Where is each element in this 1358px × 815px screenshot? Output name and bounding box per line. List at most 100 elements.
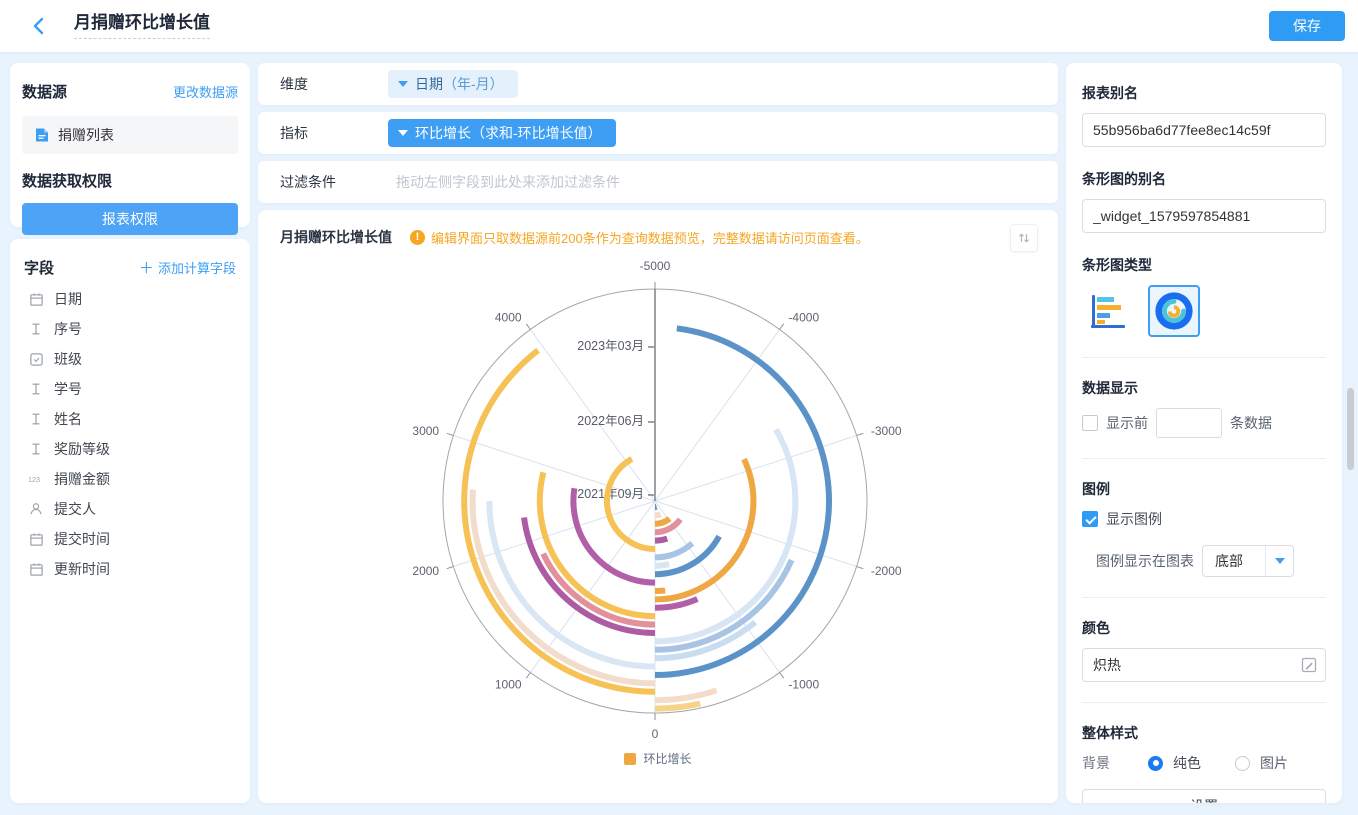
legend-position-label: 图例显示在图表 [1096, 551, 1194, 571]
color-theme-input[interactable] [1082, 648, 1326, 682]
add-calc-field-link[interactable]: ＋ 添加计算字段 [139, 257, 236, 278]
show-legend-label: 显示图例 [1106, 509, 1162, 529]
perm-title: 数据获取权限 [22, 170, 238, 191]
filter-row[interactable]: 过滤条件 拖动左侧字段到此处来添加过滤条件 [258, 161, 1058, 203]
data-display-title: 数据显示 [1082, 378, 1326, 398]
chart-panel: 月捐赠环比增长值 ! 编辑界面只取数据源前200条作为查询数据预览，完整数据请访… [258, 210, 1058, 803]
chart-title: 月捐赠环比增长值 [280, 227, 392, 247]
settings-panel: 报表别名 条形图的别名 条形图类型 [1066, 63, 1342, 803]
field-item[interactable]: 序号 [22, 314, 238, 344]
report-alias-input[interactable] [1082, 113, 1326, 147]
text-icon [28, 381, 44, 397]
datasource-name: 捐赠列表 [58, 125, 114, 145]
field-label: 姓名 [54, 409, 82, 429]
svg-text:123: 123 [28, 475, 40, 484]
calendar-icon [28, 291, 44, 307]
chart-type-label: 条形图类型 [1082, 255, 1326, 275]
warning-icon: ! [410, 230, 425, 245]
legend-position-select[interactable]: 底部 [1202, 545, 1294, 577]
calendar-icon [28, 531, 44, 547]
field-label: 班级 [54, 349, 82, 369]
radial-bar-chart: -5000-4000-3000-2000-1000010002000300040… [258, 252, 1058, 750]
fields-panel: 字段 ＋ 添加计算字段 日期序号班级学号姓名奖励等级123捐赠金额提交人提交时间… [10, 239, 250, 803]
plus-icon: ＋ [139, 260, 158, 277]
show-first-checkbox[interactable] [1082, 415, 1098, 431]
row-count-input[interactable] [1156, 408, 1222, 438]
field-label: 更新时间 [54, 559, 110, 579]
svg-text:2000: 2000 [412, 564, 439, 578]
chart-legend: 环比增长 [258, 750, 1058, 767]
field-item[interactable]: 姓名 [22, 404, 238, 434]
svg-text:-3000: -3000 [871, 424, 902, 438]
dimension-pill[interactable]: 日期（年-月） [388, 70, 518, 98]
field-label: 序号 [54, 319, 82, 339]
text-icon [28, 411, 44, 427]
datasource-panel: 数据源 更改数据源 捐赠列表 数据获取权限 报表权限 [10, 63, 250, 227]
svg-text:0: 0 [652, 727, 659, 741]
edit-icon[interactable] [1301, 657, 1317, 676]
sort-icon [1017, 231, 1031, 245]
chevron-down-icon [398, 81, 408, 87]
field-item[interactable]: 提交人 [22, 494, 238, 524]
sort-button[interactable] [1010, 224, 1038, 252]
show-legend-checkbox[interactable] [1082, 511, 1098, 527]
legend-section-title: 图例 [1082, 479, 1326, 499]
field-item[interactable]: 更新时间 [22, 554, 238, 584]
field-item[interactable]: 学号 [22, 374, 238, 404]
text-icon [28, 321, 44, 337]
svg-text:-4000: -4000 [788, 310, 819, 324]
preview-warning: ! 编辑界面只取数据源前200条作为查询数据预览，完整数据请访问页面查看。 [410, 228, 869, 247]
field-label: 捐赠金额 [54, 469, 110, 489]
widget-alias-label: 条形图的别名 [1082, 169, 1326, 189]
user-icon [28, 501, 44, 517]
field-label: 学号 [54, 379, 82, 399]
field-item[interactable]: 提交时间 [22, 524, 238, 554]
chart-type-bar[interactable] [1082, 285, 1134, 337]
chevron-down-icon [398, 130, 408, 136]
number-icon: 123 [28, 471, 44, 487]
color-section-title: 颜色 [1082, 618, 1326, 638]
datasource-item[interactable]: 捐赠列表 [22, 116, 238, 154]
field-item[interactable]: 日期 [22, 284, 238, 314]
top-bar: 月捐赠环比增长值 保存 [0, 0, 1358, 52]
field-label: 提交时间 [54, 529, 110, 549]
datasource-title: 数据源 [22, 81, 67, 102]
back-icon[interactable] [26, 13, 52, 39]
overall-style-title: 整体样式 [1082, 723, 1326, 743]
svg-text:4000: 4000 [495, 310, 522, 324]
filter-label: 过滤条件 [280, 172, 388, 192]
chevron-down-icon [1275, 558, 1285, 564]
field-label: 提交人 [54, 499, 96, 519]
bar-chart-icon [1086, 289, 1130, 333]
svg-text:2023年03月: 2023年03月 [577, 339, 644, 353]
bg-solid-label: 纯色 [1173, 753, 1201, 773]
field-item[interactable]: 奖励等级 [22, 434, 238, 464]
page-title: 月捐赠环比增长值 [74, 13, 210, 39]
field-label: 奖励等级 [54, 439, 110, 459]
widget-alias-input[interactable] [1082, 199, 1326, 233]
select-icon [28, 351, 44, 367]
change-datasource-link[interactable]: 更改数据源 [173, 82, 238, 101]
bg-solid-radio[interactable] [1148, 756, 1163, 771]
show-first-label: 显示前 [1106, 413, 1148, 433]
bg-image-label: 图片 [1260, 753, 1288, 773]
report-alias-label: 报表别名 [1082, 83, 1326, 103]
calendar-icon [28, 561, 44, 577]
bg-image-radio[interactable] [1235, 756, 1250, 771]
bg-settings-button[interactable]: 设置 [1082, 789, 1326, 803]
legend-label: 环比增长 [643, 750, 691, 767]
metric-pill[interactable]: 环比增长（求和-环比增长值） [388, 119, 616, 147]
svg-text:3000: 3000 [412, 424, 439, 438]
legend-swatch [624, 753, 636, 765]
field-item[interactable]: 123 捐赠金额 [22, 464, 238, 494]
scrollbar-thumb[interactable] [1347, 388, 1354, 470]
radial-chart-icon [1153, 290, 1195, 332]
metric-row: 指标 环比增长（求和-环比增长值） [258, 112, 1058, 154]
field-item[interactable]: 班级 [22, 344, 238, 374]
chart-type-radial[interactable] [1148, 285, 1200, 337]
file-icon [34, 127, 50, 143]
report-permission-button[interactable]: 报表权限 [22, 203, 238, 235]
save-button[interactable]: 保存 [1269, 11, 1345, 41]
filter-placeholder: 拖动左侧字段到此处来添加过滤条件 [396, 172, 620, 192]
svg-text:2022年06月: 2022年06月 [577, 414, 644, 428]
